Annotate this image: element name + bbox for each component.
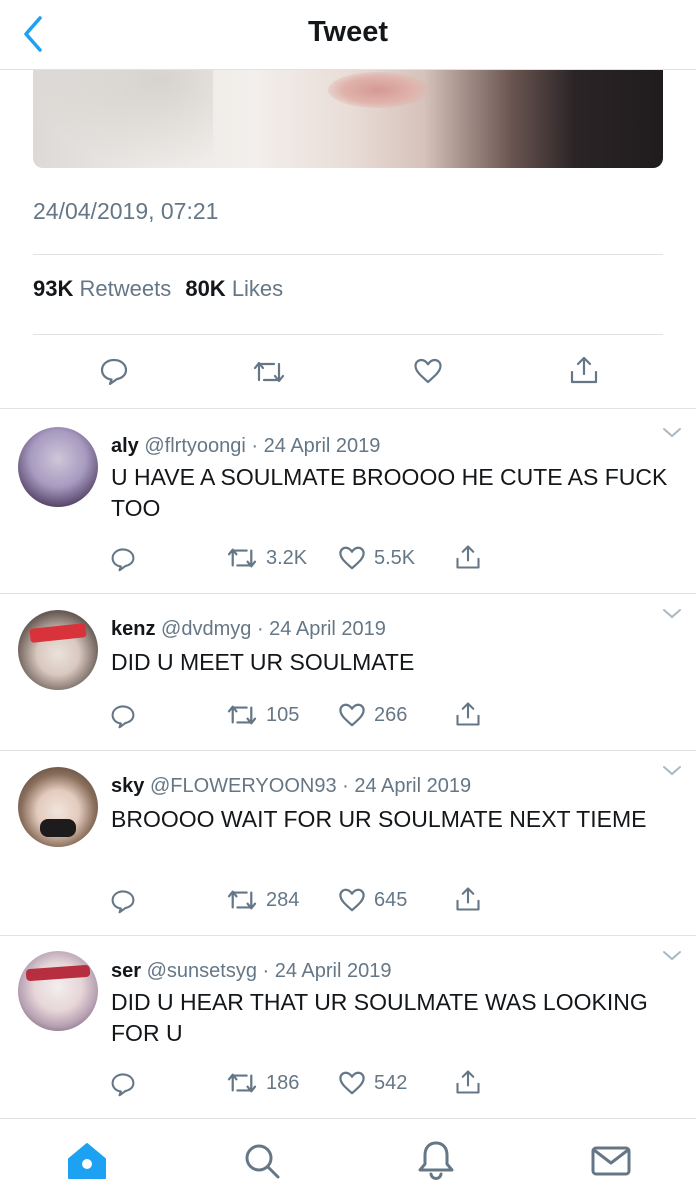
reply-text: DID U HEAR THAT UR SOULMATE WAS LOOKING … — [111, 989, 648, 1046]
chevron-down-icon[interactable] — [662, 427, 682, 439]
like-label[interactable]: Likes — [232, 276, 283, 301]
reply-header: aly @flrtyoongi · 24 April 2019 — [111, 435, 381, 457]
avatar[interactable] — [18, 767, 98, 847]
top-bar: Tweet — [0, 0, 696, 70]
share-icon[interactable] — [568, 354, 600, 386]
reply-author-name[interactable]: ser — [111, 960, 141, 982]
tweet-stats: 93K Retweets 80K Likes — [33, 276, 283, 302]
reply-actions: 3.2K 5.5K — [0, 543, 696, 575]
divider — [33, 334, 663, 335]
heart-icon[interactable] — [413, 357, 443, 385]
retweet-icon — [227, 890, 257, 910]
reply-icon[interactable] — [110, 888, 136, 914]
retweet-count: 3.2K — [266, 546, 308, 569]
divider — [33, 254, 663, 255]
reply-date: 24 April 2019 — [269, 618, 386, 640]
retweet-icon[interactable] — [252, 358, 286, 386]
reply-author-handle[interactable]: @FLOWERYOON93 — [150, 775, 337, 797]
reply-actions: 105 266 — [0, 700, 696, 732]
search-icon[interactable] — [242, 1141, 282, 1181]
reply-text: DID U MEET UR SOULMATE — [111, 649, 415, 675]
heart-icon — [339, 1071, 365, 1095]
reply-tweet[interactable]: sky @FLOWERYOON93 · 24 April 2019 BROOOO… — [0, 751, 696, 935]
retweet-icon — [227, 548, 257, 568]
notifications-icon[interactable] — [416, 1139, 456, 1181]
heart-icon — [339, 888, 365, 912]
tweet-actions — [0, 352, 696, 392]
retweet-count: 105 — [266, 703, 300, 726]
reply-header: sky @FLOWERYOON93 · 24 April 2019 — [111, 775, 472, 797]
reply-tweet[interactable]: aly @flrtyoongi · 24 April 2019 U HAVE A… — [0, 409, 696, 593]
bottom-tab-bar — [0, 1118, 696, 1200]
retweet-icon — [227, 1073, 257, 1093]
reply-text: BROOOO WAIT FOR UR SOULMATE NEXT TIEME — [111, 806, 647, 832]
reply-actions: 284 645 — [0, 885, 696, 917]
reply-text: U HAVE A SOULMATE BROOOO HE CUTE AS FUCK… — [111, 464, 668, 521]
tweet-timestamp: 24/04/2019, 07:21 — [33, 198, 219, 224]
chevron-down-icon[interactable] — [662, 608, 682, 620]
chevron-down-icon[interactable] — [662, 765, 682, 777]
share-icon[interactable] — [454, 543, 482, 571]
retweet-button[interactable]: 3.2K — [226, 545, 307, 571]
reply-author-handle[interactable]: @sunsetsyg — [147, 960, 257, 982]
reply-author-name[interactable]: sky — [111, 775, 144, 797]
avatar[interactable] — [18, 610, 98, 690]
reply-icon[interactable] — [99, 356, 129, 386]
like-count: 542 — [374, 1071, 408, 1094]
share-icon[interactable] — [454, 885, 482, 913]
tweet-image[interactable] — [33, 70, 663, 168]
avatar[interactable] — [18, 427, 98, 507]
reply-date: 24 April 2019 — [274, 960, 392, 982]
like-button[interactable]: 266 — [338, 702, 407, 728]
retweet-icon — [227, 705, 257, 725]
page-title: Tweet — [307, 16, 389, 48]
reply-tweet[interactable]: kenz @dvdmyg · 24 April 2019 DID U MEET … — [0, 594, 696, 750]
retweet-count: 284 — [266, 888, 300, 911]
reply-date: 24 April 2019 — [263, 435, 381, 457]
heart-icon — [339, 703, 365, 727]
reply-author-name[interactable]: kenz — [111, 618, 155, 640]
share-icon[interactable] — [454, 700, 482, 728]
heart-icon — [339, 546, 365, 570]
chevron-down-icon[interactable] — [662, 950, 682, 962]
like-button[interactable]: 5.5K — [338, 545, 415, 571]
like-count: 645 — [374, 888, 408, 911]
retweet-count[interactable]: 93K — [33, 276, 73, 301]
like-count: 5.5K — [374, 546, 416, 569]
retweet-button[interactable]: 284 — [226, 887, 299, 913]
reply-icon[interactable] — [110, 546, 136, 572]
like-button[interactable]: 645 — [338, 887, 407, 913]
like-count[interactable]: 80K — [185, 276, 225, 301]
reply-header: kenz @dvdmyg · 24 April 2019 — [111, 618, 386, 640]
like-count: 266 — [374, 703, 408, 726]
retweet-button[interactable]: 105 — [226, 702, 299, 728]
share-icon[interactable] — [454, 1068, 482, 1096]
reply-tweet[interactable]: ser @sunsetsyg · 24 April 2019 DID U HEA… — [0, 936, 696, 1118]
reply-icon[interactable] — [110, 1071, 136, 1097]
retweet-button[interactable]: 186 — [226, 1070, 299, 1096]
reply-actions: 186 542 — [0, 1068, 696, 1100]
home-icon[interactable] — [66, 1141, 108, 1181]
reply-header: ser @sunsetsyg · 24 April 2019 — [111, 960, 392, 982]
retweet-label[interactable]: Retweets — [79, 276, 171, 301]
avatar[interactable] — [18, 951, 98, 1031]
retweet-count: 186 — [266, 1071, 300, 1094]
messages-icon[interactable] — [590, 1145, 632, 1177]
reply-author-name[interactable]: aly — [111, 435, 139, 457]
like-button[interactable]: 542 — [338, 1070, 407, 1096]
reply-icon[interactable] — [110, 703, 136, 729]
reply-author-handle[interactable]: @flrtyoongi — [144, 435, 245, 457]
reply-author-handle[interactable]: @dvdmyg — [161, 618, 251, 640]
reply-date: 24 April 2019 — [354, 775, 472, 797]
